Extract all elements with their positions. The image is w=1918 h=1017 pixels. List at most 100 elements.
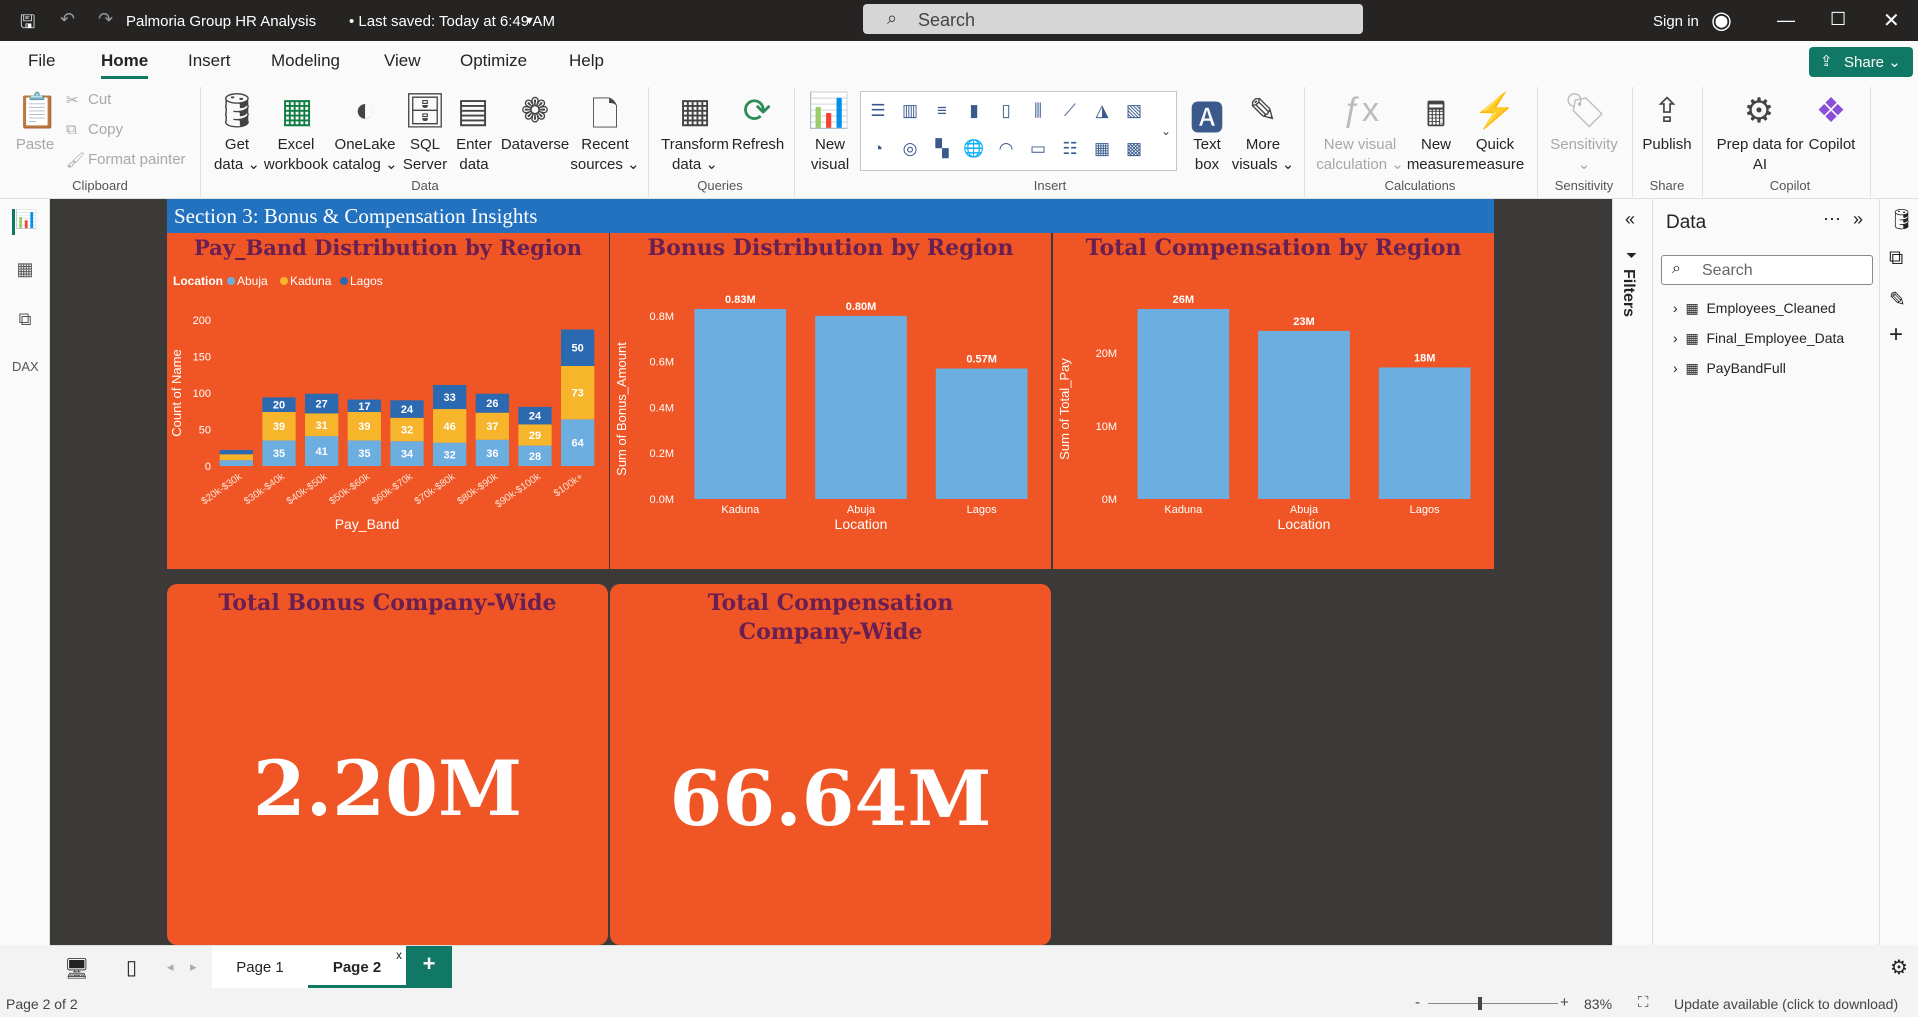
cut-button[interactable]: Cut [88,91,111,108]
zoom-slider[interactable] [1428,997,1558,1010]
new-visual-calculation-button[interactable]: New visual calculation ⌄ [1312,135,1408,175]
expand-chevrons-icon[interactable]: « [1625,209,1635,230]
payband-chart-panel[interactable]: Pay_Band Distribution by Region Location… [167,233,609,569]
add-pane-icon[interactable]: + [1889,321,1903,349]
mobile-layout-icon[interactable]: ▯ [126,955,137,980]
total-bonus-card[interactable]: Total Bonus Company-Wide 2.20M [167,584,608,945]
menu-home[interactable]: Home [101,51,149,79]
sensitivity-button[interactable]: Sensitivity ⌄ [1542,135,1626,175]
menu-modeling[interactable]: Modeling [271,51,340,71]
next-page-icon[interactable]: ▸ [190,959,197,975]
bonus-chart-panel[interactable]: Bonus Distribution by Region 0.0M 0.2M 0.4… [610,233,1051,569]
paste-button[interactable]: Paste [10,135,60,155]
sql-server-button[interactable]: SQL Server [400,135,450,175]
new-measure-button[interactable]: New measure [1406,135,1466,175]
dataverse-button[interactable]: Dataverse [498,135,572,155]
zoom-slider-thumb[interactable] [1478,997,1482,1010]
account-icon[interactable]: ◉ [1711,6,1732,35]
sign-in-link[interactable]: Sign in [1653,13,1699,30]
desktop-layout-icon[interactable]: 🖥 [64,956,89,981]
collapse-chevrons-icon[interactable]: » [1853,209,1863,230]
clustered-bar-icon[interactable]: ≡ [931,100,953,122]
search-box[interactable]: ⌕ Search [863,4,1363,34]
excel-workbook-button[interactable]: Excel workbook [260,135,332,175]
total-compensation-card[interactable]: Total Compensation Company-Wide 66.64M [610,584,1051,945]
menu-file[interactable]: File [28,51,55,71]
data-label: 26M [1173,294,1194,306]
close-icon[interactable]: ✕ [1883,8,1900,33]
title-chevron-down-icon[interactable]: ▼ [524,15,535,27]
prev-page-icon[interactable]: ◂ [167,959,174,975]
table-item[interactable]: › ▦ PayBandFull [1673,360,1786,377]
menu-optimize[interactable]: Optimize [460,51,527,71]
filters-pane-collapsed[interactable]: « ⏷ Filters [1612,199,1652,945]
card-icon[interactable]: ▭ [1027,138,1049,160]
enter-data-button[interactable]: Enter data [450,135,498,175]
table-view-icon[interactable]: ▦ [12,259,38,285]
clustered-column-icon[interactable]: ▮ [963,100,985,122]
copy-button[interactable]: Copy [88,121,123,138]
page-indicator: Page 2 of 2 [6,996,78,1012]
text-box-button[interactable]: Text box [1186,135,1228,175]
report-view-icon[interactable]: 📊 [12,209,38,235]
data-pane-icon[interactable]: 🛢 [1889,207,1914,232]
copilot-button[interactable]: Copilot [1804,135,1860,155]
settings-gear-icon[interactable]: ⚙ [1890,955,1908,980]
save-icon[interactable]: 🖫 [20,10,35,40]
map-icon[interactable]: 🌐 [963,138,985,160]
stacked-column-icon[interactable]: ▥ [899,100,921,122]
new-visual-button[interactable]: New visual [804,135,856,175]
publish-button[interactable]: Publish [1638,135,1696,155]
zoom-in-button[interactable]: + [1560,994,1569,1011]
more-visuals-button[interactable]: More visuals ⌄ [1230,135,1296,175]
line-column-icon[interactable]: ⫼ [1027,100,1049,122]
build-visual-icon[interactable]: ✎ [1889,287,1906,312]
dax-query-view-icon[interactable]: DAX [12,359,39,385]
transform-data-button[interactable]: Transform data ⌄ [656,135,734,175]
more-options-icon[interactable]: ⋯ [1823,209,1841,230]
fit-to-page-icon[interactable]: ⛶ [1638,994,1649,1011]
prep-data-button[interactable]: Prep data for AI [1710,135,1810,175]
data-search-input[interactable]: ⌕ Search [1661,255,1873,285]
refresh-button[interactable]: Refresh [730,135,786,155]
area-chart-icon[interactable]: ◮ [1091,100,1113,122]
recent-sources-button[interactable]: Recent sources ⌄ [570,135,640,175]
maximize-icon[interactable]: ☐ [1830,9,1846,30]
line-chart-icon[interactable]: ⟋ [1059,100,1081,122]
column-100-icon[interactable]: ▯ [995,100,1017,122]
visual-gallery[interactable]: ☰ ▥ ≡ ▮ ▯ ⫼ ⟋ ◮ ▧ ◔ ◎ ▚ 🌐 ◠ ▭ ☷ ▦ ▩ ⌄ [860,91,1177,171]
undo-icon[interactable]: ↶ [60,9,75,30]
gallery-chevron-down-icon[interactable]: ⌄ [1155,120,1177,142]
zoom-out-button[interactable]: - [1415,994,1420,1011]
update-available-link[interactable]: Update available (click to download) [1674,996,1898,1012]
table-item[interactable]: › ▦ Final_Employee_Data [1673,330,1844,347]
share-button[interactable]: ⇪ Share ⌄ [1809,47,1913,77]
treemap-icon[interactable]: ▚ [931,138,953,160]
matrix-icon[interactable]: ▩ [1123,138,1145,160]
redo-icon[interactable]: ↷ [98,9,113,30]
table-icon[interactable]: ▦ [1091,138,1113,160]
format-painter-button[interactable]: Format painter [88,151,186,168]
compensation-chart-panel[interactable]: Total Compensation by Region 0M 10M 20M Sum… [1053,233,1494,569]
menu-view[interactable]: View [384,51,421,71]
gauge-icon[interactable]: ◠ [995,138,1017,160]
stacked-bar-icon[interactable]: ☰ [867,100,889,122]
close-tab-icon[interactable]: x [396,948,402,962]
model-view-icon[interactable]: ⧉ [12,309,38,335]
tab-page-2[interactable]: Page 2 x [308,946,406,988]
format-pane-icon[interactable]: ⧉ [1889,247,1903,270]
multirow-card-icon[interactable]: ☷ [1059,138,1081,160]
table-item[interactable]: › ▦ Employees_Cleaned [1673,300,1836,317]
minimize-icon[interactable]: — [1777,10,1795,31]
pie-chart-icon[interactable]: ◔ [867,138,889,160]
menu-help[interactable]: Help [569,51,604,71]
quick-measure-button[interactable]: Quick measure [1462,135,1528,175]
ribbon-chart-icon[interactable]: ▧ [1123,100,1145,122]
onelake-catalog-button[interactable]: OneLake catalog ⌄ [332,135,398,175]
menu-insert[interactable]: Insert [188,51,231,71]
report-page: Section 3: Bonus & Compensation Insights… [167,199,1494,945]
donut-chart-icon[interactable]: ◎ [899,138,921,160]
get-data-button[interactable]: Get data ⌄ [208,135,266,175]
add-page-button[interactable]: + [406,946,452,988]
tab-page-1[interactable]: Page 1 [212,946,308,988]
